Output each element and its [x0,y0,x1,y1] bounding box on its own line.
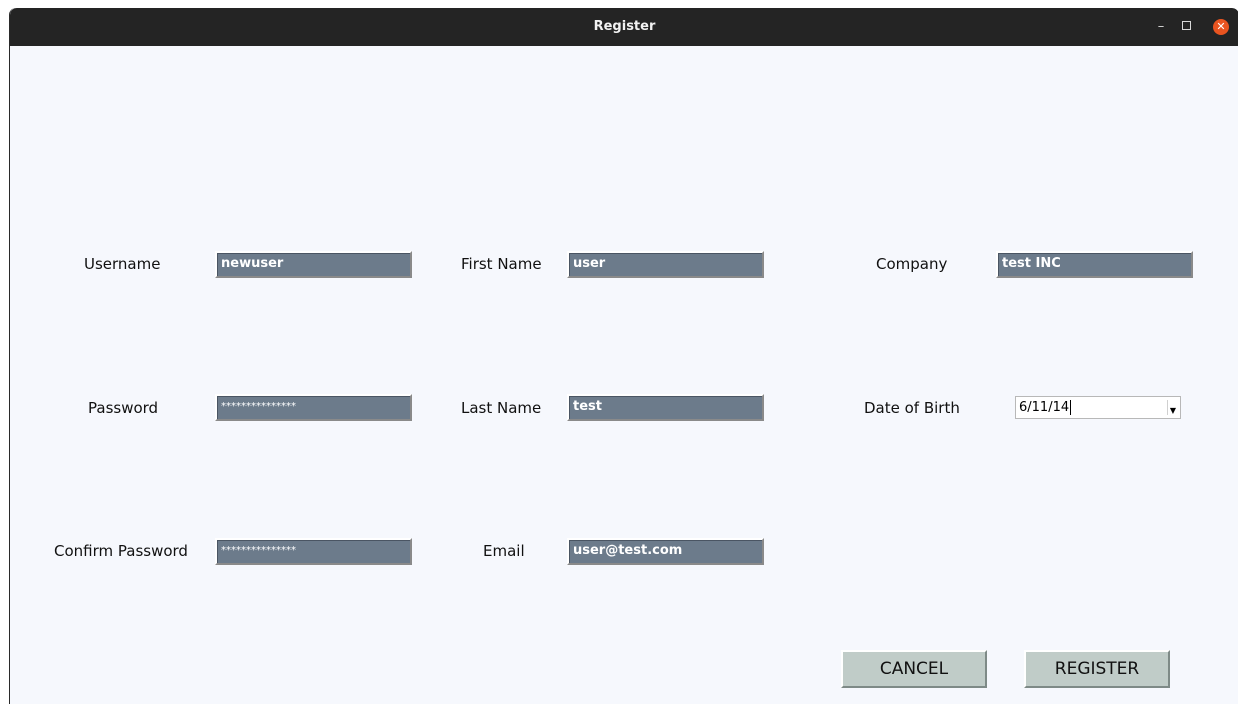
last-name-field[interactable]: test [567,394,764,421]
username-field[interactable]: newuser [215,251,412,278]
company-label: Company [876,255,948,273]
minimize-icon[interactable]: – [1154,8,1168,46]
chevron-down-icon[interactable]: ▼ [1167,400,1178,415]
cancel-button[interactable]: CANCEL [841,650,987,688]
date-of-birth-label: Date of Birth [864,399,960,417]
email-field[interactable]: user@test.com [567,538,764,565]
confirm-password-field[interactable]: *************** [215,538,412,565]
first-name-field[interactable]: user [567,251,764,278]
company-field[interactable]: test INC [996,251,1193,278]
title-bar[interactable]: Register – ✕ [10,8,1238,46]
password-field[interactable]: *************** [215,394,412,421]
text-caret [1070,400,1072,415]
close-icon[interactable]: ✕ [1213,19,1229,35]
register-window: Register – ✕ Username newuser Password *… [9,8,1238,704]
maximize-icon[interactable] [1178,8,1194,46]
confirm-password-label: Confirm Password [54,542,188,560]
first-name-label: First Name [461,255,542,273]
register-button[interactable]: REGISTER [1024,650,1170,688]
username-label: Username [84,255,161,273]
window-title: Register [593,19,656,34]
password-label: Password [88,399,159,417]
email-label: Email [483,542,525,560]
date-of-birth-picker[interactable]: 6/11/14 ▼ [1015,396,1181,419]
date-of-birth-value: 6/11/14 [1019,400,1070,415]
last-name-label: Last Name [461,399,542,417]
